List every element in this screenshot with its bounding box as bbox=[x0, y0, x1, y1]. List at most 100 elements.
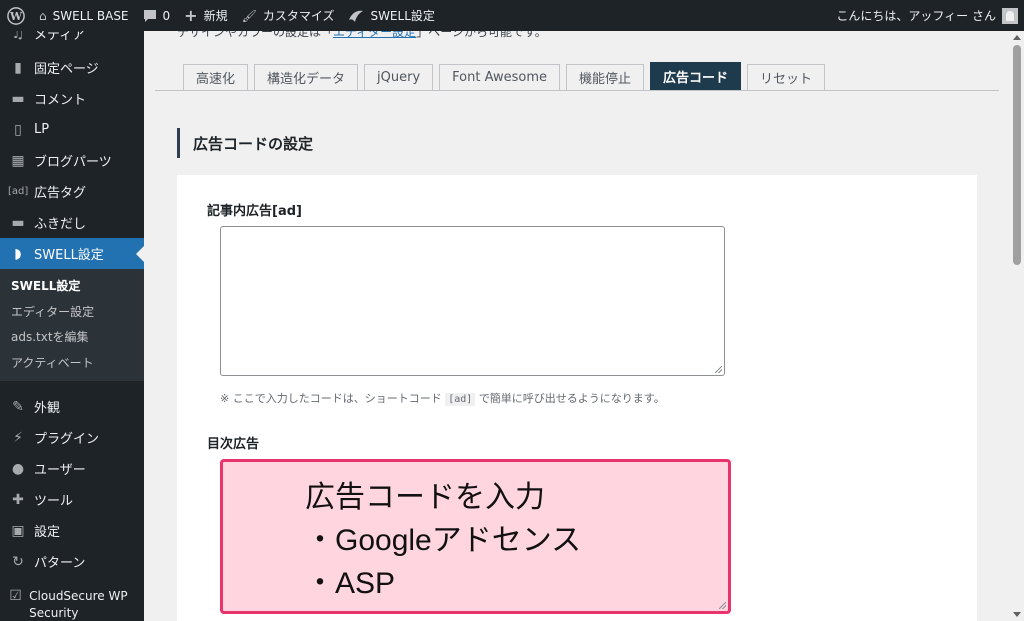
lp-icon: ▯ bbox=[14, 121, 22, 138]
tab-reset[interactable]: リセット bbox=[747, 64, 826, 90]
tab-structured-data[interactable]: 構造化データ bbox=[254, 64, 359, 90]
shortcode-tag: [ad] bbox=[445, 393, 476, 406]
pattern-icon: ↻ bbox=[12, 553, 24, 570]
top-note-suffix: 」ページから可能です。 bbox=[416, 31, 547, 39]
sidebar-item-settings[interactable]: ▣ 設定 bbox=[0, 515, 144, 546]
swell-settings-link[interactable]: SWELL設定 bbox=[341, 0, 441, 31]
sidebar-item-ad-tag[interactable]: [ad] 広告タグ bbox=[0, 176, 144, 207]
site-name-link[interactable]: ⌂ SWELL BASE bbox=[32, 0, 136, 31]
cloudsecure-icon: ☑ bbox=[9, 588, 22, 604]
sidebar-item-label: ふきだし bbox=[34, 217, 87, 232]
comments-link[interactable]: 0 bbox=[136, 0, 178, 31]
sidebar-item-label: ツール bbox=[34, 494, 74, 509]
sidebar-item-appearance[interactable]: ✎ 外観 bbox=[0, 391, 144, 422]
settings-panel: 記事内広告[ad] ※ ここで入力したコードは、ショートコード [ad] で簡単… bbox=[177, 175, 977, 621]
avatar bbox=[1002, 7, 1018, 24]
sidebar-item-label: SWELL設定 bbox=[34, 248, 104, 263]
svg-text:W: W bbox=[9, 10, 23, 23]
sidebar-item-blog-parts[interactable]: ▦ ブログパーツ bbox=[0, 145, 144, 176]
top-note: デザインやカラーの設定は「エディター設定」ページから可能です。 bbox=[177, 31, 547, 40]
sidebar-item-swell-settings[interactable]: ◗ SWELL設定 bbox=[0, 238, 144, 269]
new-label: 新規 bbox=[203, 9, 228, 23]
sidebar-item-balloon[interactable]: ▬ ふきだし bbox=[0, 207, 144, 238]
tab-font-awesome[interactable]: Font Awesome bbox=[439, 64, 560, 90]
sidebar-item-label: プラグイン bbox=[34, 432, 100, 447]
my-account-link[interactable]: こんにちは、アッフィー さん bbox=[836, 7, 1024, 24]
sidebar-item-label: メディア bbox=[34, 31, 86, 43]
sidebar-item-media[interactable]: ♫ メディア bbox=[0, 31, 144, 43]
customize-link[interactable]: 🖌 カスタマイズ bbox=[235, 0, 342, 31]
scroll-down-icon[interactable] bbox=[1013, 612, 1021, 617]
scroll-up-icon[interactable] bbox=[1013, 35, 1021, 40]
help-suffix: で簡単に呼び出せるようになります。 bbox=[478, 392, 665, 405]
help-prefix: ※ ここで入力したコードは、ショートコード bbox=[220, 392, 442, 405]
help-text: ※ ここで入力したコードは、ショートコード [ad] で簡単に呼び出せるようにな… bbox=[220, 390, 665, 406]
toc-ad-textarea[interactable]: 広告コードを入力 ・Googleアドセンス ・ASP bbox=[220, 459, 731, 614]
admin-bar: W ⌂ SWELL BASE 0 + 新規 🖌 カスタマイズ SWELL設定 こ… bbox=[0, 0, 1024, 31]
tab-ad-code[interactable]: 広告コード bbox=[650, 62, 742, 90]
submenu-item-ads-txt[interactable]: ads.txtを編集 bbox=[0, 324, 144, 350]
balloon-icon: ▬ bbox=[11, 214, 25, 231]
submenu-item-activate[interactable]: アクティベート bbox=[0, 350, 144, 376]
sidebar-item-label: 設定 bbox=[34, 525, 61, 540]
greeting-text: こんにちは、アッフィー さん bbox=[836, 9, 996, 23]
swell-icon: ◗ bbox=[14, 245, 22, 262]
tab-jquery[interactable]: jQuery bbox=[364, 64, 434, 90]
article-ad-textarea[interactable] bbox=[220, 226, 725, 376]
tab-disable-features[interactable]: 機能停止 bbox=[565, 64, 644, 90]
plus-icon: + bbox=[184, 6, 198, 25]
toc-ad-label: 目次広告 bbox=[207, 437, 260, 452]
submenu-item-editor-settings[interactable]: エディター設定 bbox=[0, 299, 144, 325]
new-content-link[interactable]: + 新規 bbox=[177, 0, 234, 31]
scroll-thumb[interactable] bbox=[1013, 45, 1021, 265]
sidebar-item-label: コメント bbox=[34, 93, 87, 108]
main-content: デザインやカラーの設定は「エディター設定」ページから可能です。 高速化 構造化デ… bbox=[144, 31, 1010, 621]
wordpress-logo-button[interactable]: W bbox=[0, 0, 32, 31]
sidebar-item-tools[interactable]: ✚ ツール bbox=[0, 484, 144, 515]
sidebar-item-lp[interactable]: ▯ LP bbox=[0, 114, 144, 145]
resize-handle-icon[interactable] bbox=[715, 366, 722, 373]
swell-submenu: SWELL設定 エディター設定 ads.txtを編集 アクティベート bbox=[0, 269, 144, 381]
annotation-line2: ・Googleアドセンス bbox=[305, 524, 582, 557]
sidebar-item-label: CloudSecure WP Security bbox=[29, 589, 128, 620]
settings-icon: ▣ bbox=[11, 522, 25, 539]
article-ad-label: 記事内広告[ad] bbox=[207, 204, 302, 219]
media-icon: ♫ bbox=[11, 31, 25, 42]
sidebar-item-comments[interactable]: ▬ コメント bbox=[0, 83, 144, 114]
settings-tabs: 高速化 構造化データ jQuery Font Awesome 機能停止 広告コー… bbox=[155, 62, 999, 91]
brush-icon: 🖌 bbox=[241, 8, 257, 23]
sidebar-item-plugins[interactable]: ⚡ プラグイン bbox=[0, 422, 144, 453]
page-scrollbar[interactable] bbox=[1010, 31, 1024, 621]
ad-tag-icon: [ad] bbox=[8, 186, 29, 197]
page-icon: ▮ bbox=[14, 59, 22, 76]
annotation-line1: 広告コードを入力 bbox=[305, 481, 545, 514]
sidebar-item-label: パターン bbox=[34, 556, 86, 571]
sidebar-item-patterns[interactable]: ↻ パターン bbox=[0, 546, 144, 577]
admin-sidebar: ♫ メディア ▮ 固定ページ ▬ コメント ▯ LP ▦ ブログパーツ [ad]… bbox=[0, 31, 144, 621]
sidebar-item-label: 広告タグ bbox=[34, 186, 87, 201]
tools-icon: ✚ bbox=[12, 491, 24, 508]
comment-bubble-icon bbox=[143, 9, 156, 22]
comment-icon: ▬ bbox=[11, 90, 25, 107]
customize-label: カスタマイズ bbox=[262, 9, 335, 23]
home-icon: ⌂ bbox=[39, 8, 47, 23]
sidebar-item-label: LP bbox=[34, 122, 50, 137]
tab-speed[interactable]: 高速化 bbox=[183, 64, 249, 90]
sidebar-item-label: ユーザー bbox=[34, 463, 86, 478]
sidebar-item-users[interactable]: ● ユーザー bbox=[0, 453, 144, 484]
sidebar-item-cloudsecure[interactable]: ☑ CloudSecure WP Security bbox=[0, 577, 144, 620]
swell-settings-label: SWELL設定 bbox=[370, 9, 435, 23]
editor-settings-link[interactable]: エディター設定 bbox=[333, 31, 416, 39]
blog-parts-icon: ▦ bbox=[11, 152, 25, 169]
sidebar-item-label: 固定ページ bbox=[34, 62, 99, 77]
user-icon: ● bbox=[11, 460, 25, 477]
plugin-icon: ⚡ bbox=[13, 429, 23, 446]
submenu-item-swell-settings[interactable]: SWELL設定 bbox=[0, 273, 144, 299]
sidebar-item-pages[interactable]: ▮ 固定ページ bbox=[0, 52, 144, 83]
sidebar-item-label: 外観 bbox=[34, 401, 61, 416]
resize-handle-icon[interactable] bbox=[719, 602, 726, 609]
wordpress-logo-icon: W bbox=[7, 6, 25, 25]
section-title: 広告コードの設定 bbox=[177, 128, 313, 158]
sidebar-item-label: ブログパーツ bbox=[34, 155, 112, 170]
top-note-prefix: デザインやカラーの設定は「 bbox=[177, 31, 334, 39]
